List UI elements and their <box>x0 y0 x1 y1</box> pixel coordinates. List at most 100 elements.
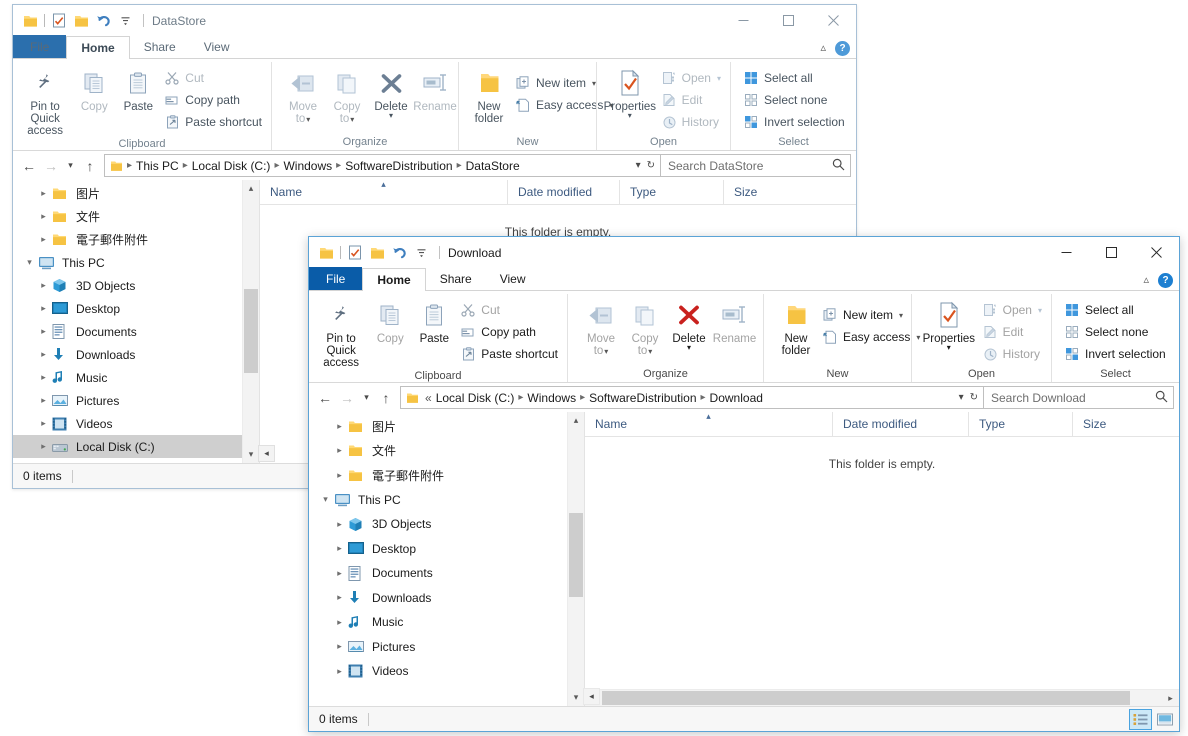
column-header-date-modified[interactable]: Date modified <box>833 411 969 437</box>
select-none-button[interactable]: Select none <box>739 89 849 111</box>
column-header-type[interactable]: Type <box>620 179 724 205</box>
copy-to-button[interactable]: Copy to▾ <box>325 64 369 126</box>
forward-arrow-icon[interactable]: → <box>336 387 358 409</box>
column-header-name[interactable]: ▴ Name <box>585 411 833 437</box>
tab-file[interactable]: File <box>309 267 363 290</box>
open-button[interactable]: Open ▾ <box>657 67 725 89</box>
minimize-icon[interactable] <box>721 5 766 35</box>
properties-check-icon[interactable] <box>48 10 70 32</box>
back-arrow-icon[interactable]: ← <box>314 387 336 409</box>
invert-selection-button[interactable]: Invert selection <box>739 111 849 133</box>
chevron-right-icon[interactable]: ▸ <box>35 349 52 360</box>
rename-button[interactable]: Rename <box>413 64 457 113</box>
ribbon-tabs[interactable]: File Home Share View ▵ ? <box>13 35 856 59</box>
select-all-button[interactable]: Select all <box>1060 299 1170 321</box>
chevron-right-icon[interactable]: ▸ <box>35 441 52 452</box>
delete-dropdown-caret[interactable]: ▾ <box>389 112 393 120</box>
new-folder-button[interactable]: New folder <box>467 64 511 125</box>
column-header-name[interactable]: ▴ Name <box>260 179 508 205</box>
details-view-icon[interactable] <box>1129 708 1152 730</box>
customize-qat-icon[interactable] <box>410 242 432 264</box>
folder-icon[interactable] <box>315 242 337 264</box>
chevron-up-icon[interactable]: ▵ <box>1143 275 1149 286</box>
file-list-pane[interactable]: ▴ Name Date modified Type Size This fold… <box>585 411 1179 706</box>
up-arrow-icon[interactable]: ↑ <box>375 387 397 409</box>
search-input[interactable]: Search Download <box>991 391 1086 405</box>
rename-button[interactable]: Rename <box>711 296 758 345</box>
address-bar-row[interactable]: ← → ▾ ↑ « Local Disk (C:) ▸ Windows ▸ So… <box>309 383 1179 412</box>
copy-path-button[interactable]: Copy path <box>160 89 266 111</box>
chevron-right-icon[interactable]: ▸ <box>331 568 348 579</box>
column-header-type[interactable]: Type <box>969 411 1073 437</box>
chevron-right-icon[interactable]: ▸ <box>35 280 52 291</box>
pin-to-quick-access-button[interactable]: Pin to Quick access <box>18 64 72 137</box>
easy-access-button[interactable]: Easy access ▾ <box>818 326 924 348</box>
chevron-down-icon[interactable]: ▾ <box>959 392 964 403</box>
maximize-icon[interactable] <box>1089 237 1134 267</box>
tree-item-desktop[interactable]: ▸ Desktop <box>309 537 567 562</box>
tree-item-documents[interactable]: ▸ Documents <box>13 320 242 343</box>
paste-button[interactable]: Paste <box>116 64 160 113</box>
chevron-right-icon[interactable]: ▸ <box>331 470 348 481</box>
column-headers[interactable]: ▴ Name Date modified Type Size <box>260 179 856 205</box>
copy-to-button[interactable]: Copy to▾ <box>623 296 667 358</box>
address-bar-actions[interactable]: ▾ ↻ <box>636 160 658 171</box>
chevron-right-icon[interactable]: ▸ <box>331 592 348 603</box>
forward-arrow-icon[interactable]: → <box>40 155 62 177</box>
column-headers[interactable]: ▴ Name Date modified Type Size <box>585 411 1179 437</box>
view-toggle-group[interactable] <box>1129 708 1176 730</box>
tree-item-downloads[interactable]: ▸ Downloads <box>309 586 567 611</box>
minimize-icon[interactable] <box>1044 237 1089 267</box>
tab-view[interactable]: View <box>486 267 540 290</box>
history-button[interactable]: History <box>657 111 725 133</box>
title-bar[interactable]: DataStore <box>13 5 856 36</box>
tree-item-music[interactable]: ▸ Music <box>309 610 567 635</box>
scrollbar-track[interactable] <box>602 690 1162 706</box>
nav-pane-scrollbar[interactable]: ▴ ▾ <box>567 412 584 706</box>
explorer-window-download[interactable]: Download File Home Share View ▵ ? Pin to… <box>308 236 1180 732</box>
customize-qat-icon[interactable] <box>114 10 136 32</box>
address-bar[interactable]: « Local Disk (C:) ▸ Windows ▸ SoftwareDi… <box>400 386 984 409</box>
tree-item-pictures[interactable]: ▸ Pictures <box>13 389 242 412</box>
window-controls[interactable] <box>1044 237 1179 267</box>
new-folder-icon[interactable] <box>70 10 92 32</box>
scroll-down-icon[interactable]: ▾ <box>574 689 579 706</box>
edit-button[interactable]: Edit <box>978 321 1046 343</box>
select-none-button[interactable]: Select none <box>1060 321 1170 343</box>
chevron-down-icon[interactable]: ▾ <box>317 494 334 505</box>
properties-dropdown-caret[interactable]: ▾ <box>628 112 632 120</box>
refresh-icon[interactable]: ↻ <box>647 160 655 171</box>
new-item-button[interactable]: New item ▾ <box>818 304 924 326</box>
tree-item-pictures-cjk[interactable]: ▸ 图片 <box>309 414 567 439</box>
tree-item-videos[interactable]: ▸ Videos <box>13 412 242 435</box>
search-box[interactable]: Search DataStore <box>661 154 851 177</box>
undo-icon[interactable] <box>388 242 410 264</box>
recent-locations-icon[interactable]: ▾ <box>62 155 79 177</box>
tree-item-this-pc[interactable]: ▾ This PC <box>13 251 242 274</box>
chevron-right-icon[interactable]: ▸ <box>35 188 52 199</box>
history-button[interactable]: History <box>978 343 1046 365</box>
search-box[interactable]: Search Download <box>984 386 1174 409</box>
search-icon[interactable] <box>832 158 845 174</box>
chevron-up-icon[interactable]: ▵ <box>820 43 826 54</box>
chevron-right-icon[interactable]: ▸ <box>331 666 348 677</box>
edit-button[interactable]: Edit <box>657 89 725 111</box>
tab-share[interactable]: Share <box>130 35 190 58</box>
breadcrumb-item-windows[interactable]: Windows <box>524 391 579 405</box>
tree-item-this-pc[interactable]: ▾ This PC <box>309 488 567 513</box>
tab-view[interactable]: View <box>190 35 244 58</box>
tree-item-documents-cjk[interactable]: ▸ 文件 <box>13 205 242 228</box>
tree-item-videos[interactable]: ▸ Videos <box>309 659 567 684</box>
chevron-right-icon[interactable]: ▸ <box>331 641 348 652</box>
scroll-up-icon[interactable]: ▴ <box>574 412 579 429</box>
tree-item-pictures-cjk[interactable]: ▸ 图片 <box>13 182 242 205</box>
large-icons-view-icon[interactable] <box>1153 709 1176 730</box>
close-icon[interactable] <box>1134 237 1179 267</box>
column-header-size[interactable]: Size <box>1073 412 1153 437</box>
quick-access-toolbar[interactable] <box>315 242 432 264</box>
breadcrumb-item-windows[interactable]: Windows <box>280 159 335 173</box>
chevron-right-icon[interactable]: ▸ <box>35 211 52 222</box>
properties-button[interactable]: Properties ▾ <box>603 64 657 120</box>
scrollbar-thumb[interactable] <box>244 289 258 373</box>
tree-item-downloads[interactable]: ▸ Downloads <box>13 343 242 366</box>
